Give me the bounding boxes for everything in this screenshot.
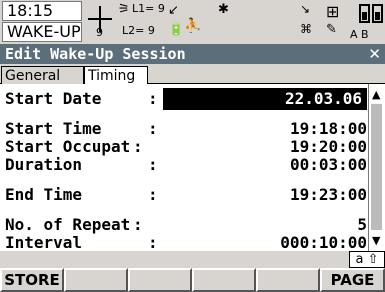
f3-button[interactable] <box>128 268 192 292</box>
field-label: Duration <box>5 155 83 174</box>
satellite-icon: ⚞ <box>118 2 130 17</box>
tab-timing[interactable]: Timing <box>84 66 148 85</box>
mode-indicator: WAKE-UP <box>2 22 82 42</box>
person-icon: ⛹ <box>184 18 202 34</box>
antenna-icon: ⌘ <box>300 22 312 36</box>
form-panel: Start Date : 22.03.06 Start Time : 19:18… <box>0 84 385 251</box>
battery-lock-icon: 🔋 <box>168 22 185 37</box>
page-button[interactable]: PAGE <box>320 268 385 292</box>
scroll-up-icon[interactable]: ▲ <box>372 88 380 101</box>
colon: : <box>148 155 158 174</box>
clock: 18:15 <box>2 1 82 21</box>
f4-button[interactable] <box>192 268 256 292</box>
f5-button[interactable] <box>256 268 320 292</box>
dialog-title-bar: Edit Wake-Up Session ✕ <box>0 44 385 64</box>
selected-value-box[interactable]: 22.03.06 <box>163 88 367 110</box>
end-time-value[interactable]: 19:23:00 <box>290 184 367 206</box>
field-label: End Time <box>5 185 83 204</box>
close-icon[interactable]: ✕ <box>368 44 381 64</box>
colon: : <box>148 185 158 204</box>
input-state-indicator: a ⇧ <box>349 251 385 268</box>
tab-general[interactable]: General <box>1 66 84 84</box>
battery-icon <box>359 2 383 28</box>
colon: : <box>148 89 158 108</box>
signal-icon: ↙ <box>168 3 179 18</box>
store-button[interactable]: STORE <box>0 268 64 292</box>
status-bar: 18:15 WAKE-UP 9 ⚞ L1= 9 L2= 9 ↙ 🔋 ⛹ ✱ ↘ … <box>0 0 385 44</box>
field-interval[interactable]: Interval : 000:10:00 <box>5 232 367 251</box>
field-duration[interactable]: Duration : 00:03:00 <box>5 154 367 176</box>
colon: : <box>148 233 158 251</box>
satellite-count: 9 <box>96 26 103 39</box>
bluetooth-icon: ✱ <box>218 2 229 17</box>
memory-card-icon: ⊞ <box>326 2 340 21</box>
l1-count: L1= 9 <box>132 2 165 15</box>
field-start-date[interactable]: Start Date : 22.03.06 <box>5 88 367 110</box>
scrollbar-thumb[interactable] <box>371 104 382 230</box>
l2-count: L2= 9 <box>122 24 155 37</box>
radio-icon: ↘ <box>300 2 311 16</box>
scroll-down-icon[interactable]: ▼ <box>372 234 380 247</box>
tab-bar: General Timing <box>0 64 385 85</box>
stylus-icon: ✎ <box>326 22 337 37</box>
scrollbar[interactable]: ▲ ▼ <box>368 84 385 251</box>
field-end-time[interactable]: End Time : 19:23:00 <box>5 184 367 206</box>
field-label: Start Date <box>5 89 102 108</box>
function-key-bar: STORE PAGE <box>0 268 385 292</box>
dialog-title: Edit Wake-Up Session <box>5 45 186 63</box>
field-label: Interval <box>5 233 83 251</box>
interval-value[interactable]: 000:10:00 <box>280 232 367 251</box>
start-date-value[interactable]: 22.03.06 <box>285 88 362 110</box>
duration-value[interactable]: 00:03:00 <box>290 154 367 176</box>
input-mode-label: A B <box>350 28 369 41</box>
f2-button[interactable] <box>64 268 128 292</box>
